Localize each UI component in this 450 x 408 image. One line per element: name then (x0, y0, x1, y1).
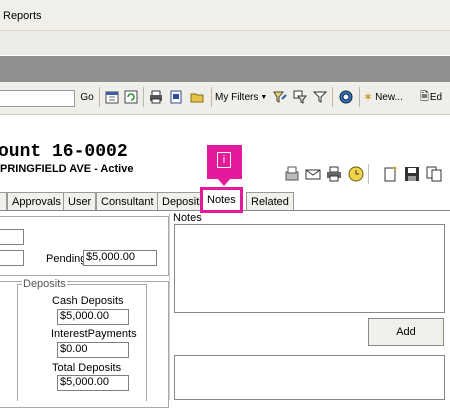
globe-search-icon[interactable] (337, 88, 355, 106)
cash-deposits-field[interactable]: $5,000.00 (57, 309, 129, 325)
save-icon[interactable] (404, 166, 420, 182)
toolbar-separator (99, 87, 100, 107)
filter-table-icon[interactable] (292, 88, 308, 106)
new-button[interactable]: ✶ New... (363, 88, 415, 106)
summary-field-2[interactable] (0, 250, 24, 266)
edit-label: Ed (429, 91, 443, 103)
record-subtitle: PRINGFIELD AVE - Active (0, 163, 134, 175)
tab-notes[interactable]: Notes (200, 187, 243, 213)
export-icon[interactable] (168, 88, 184, 106)
toolbar-separator (368, 164, 369, 184)
interest-payments-label: InterestPayments (51, 328, 137, 340)
tab-partial[interactable] (0, 192, 7, 210)
panel-divider (169, 213, 170, 400)
email-icon[interactable] (305, 166, 321, 182)
tab-related[interactable]: Related (246, 192, 294, 210)
notes-label: Notes (173, 212, 202, 224)
new-label: New... (375, 91, 403, 103)
toolbar-separator (359, 87, 360, 107)
clock-icon[interactable] (348, 166, 364, 182)
edit-icon: 🗎 (420, 90, 429, 103)
menu-item-reports[interactable]: Reports (3, 10, 42, 22)
summary-panel (0, 216, 169, 276)
summary-field-1[interactable] (0, 229, 24, 245)
toolbar-separator (332, 87, 333, 107)
folder-icon[interactable] (188, 88, 206, 106)
interest-payments-field[interactable]: $0.00 (57, 342, 129, 358)
cash-deposits-label: Cash Deposits (52, 295, 124, 307)
edit-button[interactable]: 🗎 Ed (420, 88, 450, 106)
tab-approvals[interactable]: Approvals (7, 192, 66, 210)
total-deposits-label: Total Deposits (52, 362, 122, 374)
total-deposits-field[interactable]: $5,000.00 (57, 375, 129, 391)
new-note-icon[interactable] (382, 166, 398, 182)
filter-icon[interactable] (312, 88, 328, 106)
menu-bar (0, 0, 450, 31)
sparkle-icon: ✶ (363, 90, 374, 104)
notes-textarea[interactable] (174, 224, 445, 313)
print-record-icon[interactable] (326, 166, 342, 182)
banner-light (0, 31, 450, 55)
chevron-down-icon: ▼ (260, 93, 268, 101)
toolbar-separator (211, 87, 212, 107)
fax-icon[interactable] (284, 166, 300, 182)
info-icon: i (217, 152, 231, 168)
pending-field[interactable]: $5,000.00 (83, 250, 157, 266)
print-icon[interactable] (148, 88, 164, 106)
pending-label: Pending (46, 253, 87, 265)
toolbar-separator (143, 87, 144, 107)
page-title: ount 16-0002 (0, 142, 128, 162)
search-input[interactable] (0, 90, 75, 107)
filter-edit-icon[interactable] (272, 88, 288, 106)
add-note-button[interactable]: Add (368, 318, 444, 346)
calendar-icon[interactable] (104, 88, 120, 106)
notes-list[interactable] (174, 355, 445, 400)
go-button[interactable]: Go (78, 88, 96, 106)
copy-icon[interactable] (426, 166, 442, 182)
my-filters-button[interactable]: My Filters ▼ (215, 88, 269, 106)
tab-consultant[interactable]: Consultant (96, 192, 159, 210)
marker-pointer (217, 178, 231, 186)
refresh-icon[interactable] (123, 88, 139, 106)
my-filters-label: My Filters (215, 91, 259, 103)
tab-user[interactable]: User (63, 192, 97, 210)
banner-dark (0, 56, 450, 82)
deposits-group-label: Deposits (22, 278, 67, 290)
